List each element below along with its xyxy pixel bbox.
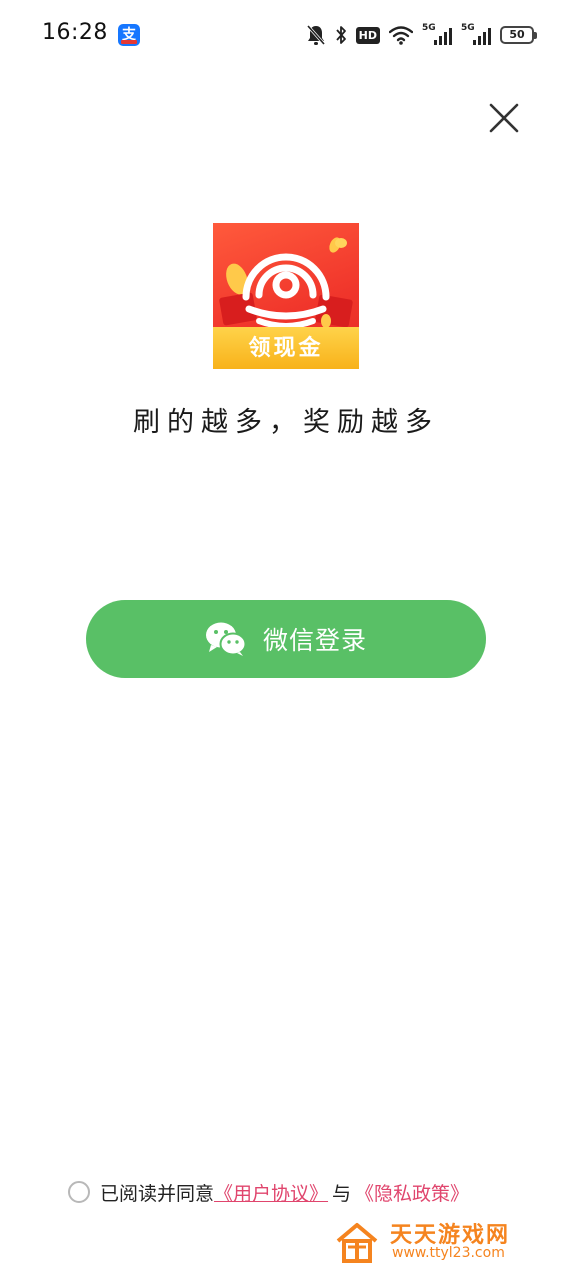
slogan: 刷的越多，奖励越多	[133, 407, 439, 438]
alipay-notification-icon: 支	[118, 24, 140, 46]
close-icon[interactable]	[486, 100, 522, 136]
wifi-icon	[389, 26, 413, 45]
signal-5g-icon-2: 5G	[461, 23, 491, 46]
agreement-checkbox[interactable]	[68, 1181, 90, 1203]
watermark: 天天游戏网 www.ttyl23.com	[334, 1217, 534, 1267]
wechat-icon	[205, 622, 247, 656]
agreement-connector: 与	[332, 1182, 352, 1205]
app-logo: 领现金	[213, 223, 359, 369]
agreement-prefix: 已阅读并同意	[100, 1182, 215, 1205]
status-bar: 16:28 支 HD 5G 5G 50	[0, 0, 572, 70]
status-icons: HD 5G 5G 50	[306, 22, 537, 48]
mute-bell-icon	[306, 25, 325, 45]
wechat-login-label: 微信登录	[262, 626, 367, 655]
agreement-row: 已阅读并同意 《用户协议》 与 《隐私政策》	[68, 1178, 469, 1206]
privacy-policy-link[interactable]: 《隐私政策》	[355, 1179, 469, 1206]
watermark-url: www.ttyl23.com	[392, 1245, 505, 1261]
bluetooth-icon	[335, 26, 346, 44]
hd-volte-icon: HD	[355, 26, 380, 44]
wechat-login-button[interactable]: 微信登录	[86, 600, 486, 678]
status-time: 16:28	[42, 20, 108, 45]
watermark-logo-icon	[336, 1223, 378, 1263]
battery-icon: 50	[500, 26, 537, 44]
signal-5g-icon: 5G	[422, 23, 452, 46]
user-agreement-link[interactable]: 《用户协议》	[214, 1179, 328, 1206]
app-logo-text: 领现金	[248, 336, 324, 361]
